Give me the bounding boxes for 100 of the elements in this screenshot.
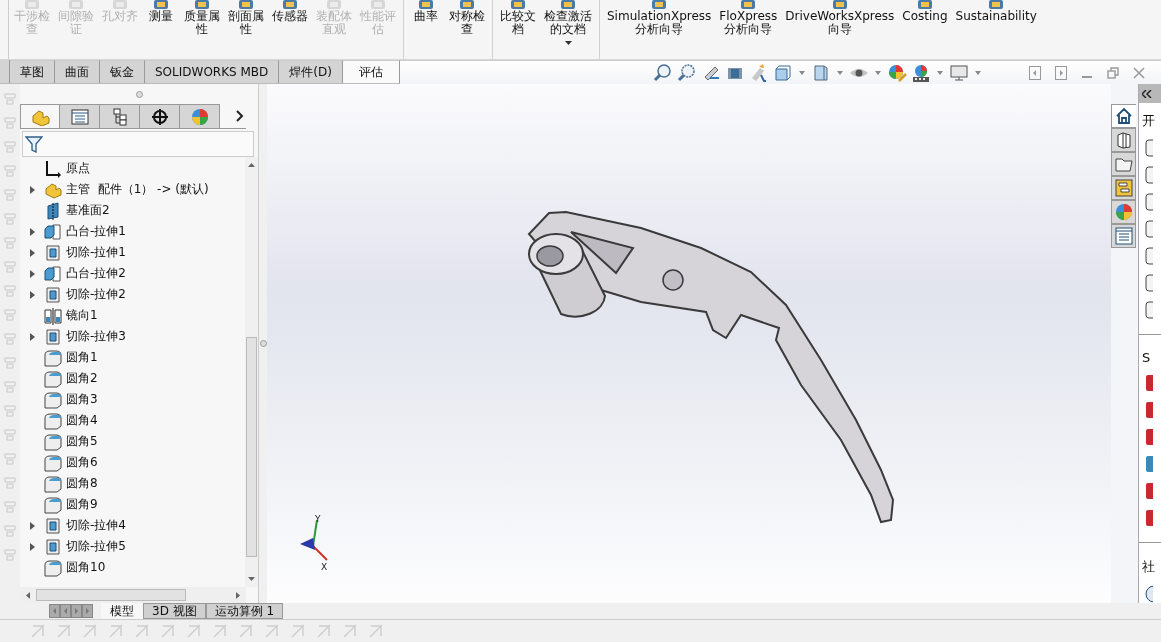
caret-icon[interactable] xyxy=(564,41,572,45)
ribbon-button[interactable]: 比较文 档 xyxy=(497,0,539,59)
command-tab[interactable]: 钣金 xyxy=(100,60,145,83)
tile-right-icon[interactable] xyxy=(1055,65,1067,80)
zoom-area-icon[interactable] xyxy=(676,62,697,83)
tree-item[interactable]: 切除-拉伸4 xyxy=(66,517,126,534)
view-tab[interactable]: 运动算例 1 xyxy=(205,603,284,619)
restore-icon[interactable] xyxy=(1107,66,1119,79)
expand-arrow-icon[interactable] xyxy=(29,290,35,299)
grip-icon[interactable] xyxy=(135,90,143,98)
resource-icon[interactable] xyxy=(1145,301,1153,320)
view-tab[interactable]: 模型 xyxy=(101,603,143,619)
filter-icon[interactable] xyxy=(25,135,43,153)
scrollbar[interactable] xyxy=(20,587,246,603)
tree-item[interactable]: 圆角9 xyxy=(66,496,98,513)
expand-arrow-icon[interactable] xyxy=(29,185,35,194)
ribbon-button[interactable]: Costing xyxy=(899,0,951,59)
graphics-area[interactable]: Y X xyxy=(267,84,1111,603)
resource-icon[interactable] xyxy=(1145,139,1153,158)
tree-item[interactable]: 圆角4 xyxy=(66,412,98,429)
resource-icon[interactable] xyxy=(1145,482,1153,501)
globe-icon[interactable] xyxy=(1145,585,1153,603)
tool-icon[interactable] xyxy=(192,0,212,10)
scroll-thumb[interactable] xyxy=(246,337,257,557)
tree-item[interactable]: 切除-拉伸3 xyxy=(66,328,126,345)
command-tab[interactable]: SOLIDWORKS MBD xyxy=(145,60,280,83)
resource-icon[interactable] xyxy=(1145,247,1153,266)
tree-item[interactable]: 凸台-拉伸1 xyxy=(66,223,126,240)
command-tab[interactable]: 草图 xyxy=(10,60,55,83)
command-tab[interactable]: 曲面 xyxy=(55,60,100,83)
scroll-thumb[interactable] xyxy=(36,589,186,601)
tool-icon[interactable] xyxy=(236,0,256,10)
task-pane-tab[interactable] xyxy=(1111,104,1136,128)
resource-icon[interactable] xyxy=(1145,509,1153,528)
command-tab[interactable]: 焊件(D) xyxy=(279,60,343,83)
tree-item[interactable]: 主管 配件（1） -> (默认) xyxy=(66,181,209,198)
command-tab[interactable]: 评估 xyxy=(342,60,400,83)
scroll-down-icon[interactable] xyxy=(248,577,255,581)
expand-arrow-icon[interactable] xyxy=(29,248,35,257)
ribbon-button[interactable]: DriveWorksXpress 向导 xyxy=(782,0,898,59)
ribbon-button[interactable]: 测量 xyxy=(143,0,179,59)
ribbon-button[interactable]: FloXpress 分析向导 xyxy=(716,0,781,59)
grip-icon[interactable] xyxy=(259,340,267,347)
tree-item[interactable]: 圆角10 xyxy=(66,559,106,576)
tree-item[interactable]: 原点 xyxy=(66,160,90,177)
tool-icon[interactable] xyxy=(280,0,300,10)
resource-icon[interactable] xyxy=(1145,428,1153,447)
tool-icon[interactable] xyxy=(558,0,578,10)
scrollbar[interactable] xyxy=(245,157,258,587)
expand-arrow-icon[interactable] xyxy=(29,332,35,341)
task-pane-tab[interactable] xyxy=(1111,152,1136,176)
appearance-icon[interactable] xyxy=(886,62,907,83)
tile-left-icon[interactable] xyxy=(1029,65,1041,80)
expand-arrow-icon[interactable] xyxy=(29,227,35,236)
ribbon-button[interactable]: Sustainability xyxy=(952,0,1040,59)
ribbon-button[interactable]: 传感器 xyxy=(269,0,311,59)
tree-item[interactable]: 圆角3 xyxy=(66,391,98,408)
tree-item[interactable]: 镜向1 xyxy=(66,307,98,324)
tree-item[interactable]: 圆角1 xyxy=(66,349,98,366)
tree-item[interactable]: 凸台-拉伸2 xyxy=(66,265,126,282)
part-drawing[interactable] xyxy=(527,211,894,524)
ribbon-button[interactable]: 质量属 性 xyxy=(181,0,223,59)
expand-arrow-icon[interactable] xyxy=(29,269,35,278)
tool-icon[interactable] xyxy=(457,0,477,10)
close-icon[interactable] xyxy=(1133,66,1145,79)
scroll-up-icon[interactable] xyxy=(248,163,255,167)
monitor-icon[interactable] xyxy=(948,62,969,83)
ribbon-button[interactable]: 对称检 查 xyxy=(446,0,488,59)
collapse-pane-button[interactable] xyxy=(1139,84,1161,104)
panel-tab[interactable] xyxy=(140,104,180,128)
chevron-right-icon[interactable] xyxy=(236,110,244,122)
scroll-right-icon[interactable] xyxy=(236,591,240,599)
tree-item[interactable]: 圆角8 xyxy=(66,475,98,492)
resource-icon[interactable] xyxy=(1145,374,1153,393)
resource-icon[interactable] xyxy=(1145,166,1153,185)
tree-item[interactable]: 圆角5 xyxy=(66,433,98,450)
tool-icon[interactable] xyxy=(151,0,171,10)
zoom-to-fit-icon[interactable] xyxy=(652,62,673,83)
expand-arrow-icon[interactable] xyxy=(29,542,35,551)
ribbon-button[interactable]: 曲率 xyxy=(408,0,444,59)
resource-icon[interactable] xyxy=(1145,220,1153,239)
view-orientation-icon[interactable] xyxy=(772,62,793,83)
expand-arrow-icon[interactable] xyxy=(29,521,35,530)
tool-icon[interactable] xyxy=(416,0,436,10)
panel-tab[interactable] xyxy=(100,104,140,128)
ribbon-button[interactable]: 检查激活 的文档 xyxy=(541,0,595,59)
ribbon-button[interactable]: 剖面属 性 xyxy=(225,0,267,59)
ribbon-button[interactable]: SimulationXpress 分析向导 xyxy=(604,0,715,59)
tree-item[interactable]: 圆角2 xyxy=(66,370,98,387)
tree-item[interactable]: 切除-拉伸1 xyxy=(66,244,126,261)
resource-icon[interactable] xyxy=(1145,401,1153,420)
tree-item[interactable]: 切除-拉伸5 xyxy=(66,538,126,555)
task-pane-tab[interactable] xyxy=(1111,128,1136,152)
view-tab[interactable]: 3D 视图 xyxy=(143,603,206,619)
resource-icon[interactable] xyxy=(1145,193,1153,212)
partial-tab[interactable] xyxy=(0,60,10,83)
tree-item[interactable]: 圆角6 xyxy=(66,454,98,471)
tree-item[interactable]: 基准面2 xyxy=(66,202,110,219)
tool-icon[interactable] xyxy=(508,0,528,10)
scroll-left-icon[interactable] xyxy=(26,591,30,599)
